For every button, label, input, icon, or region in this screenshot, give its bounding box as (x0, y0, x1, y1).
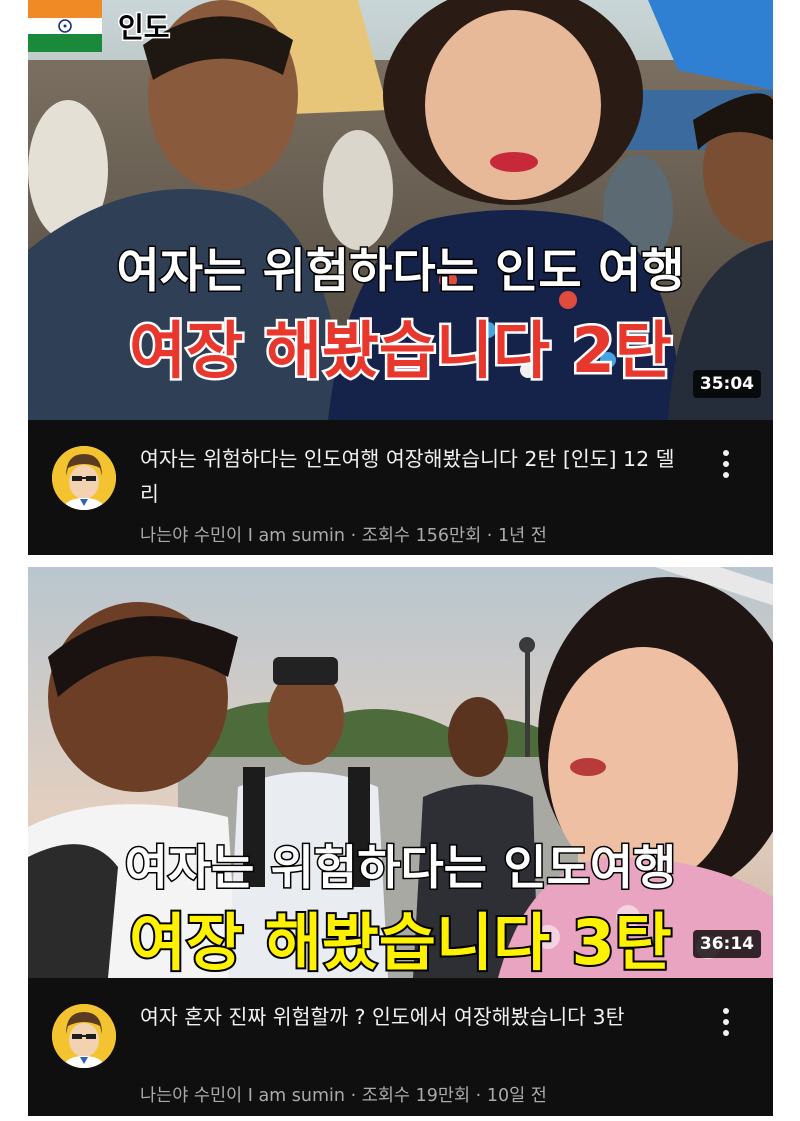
channel-avatar[interactable] (52, 446, 116, 510)
channel-avatar[interactable] (52, 1004, 116, 1068)
channel-name[interactable]: 나는야 수민이 I am sumin (140, 1086, 345, 1106)
thumbnail-caption-line1: 여자는 위험하다는 인도여행 (123, 840, 678, 898)
meta-separator: · (350, 526, 357, 546)
thumbnail-caption-line1: 여자는 위험하다는 인도 여행 (115, 243, 686, 301)
video-info: 여자는 위험하다는 인도여행 여장해봤습니다 2탄 [인도] 12 델리 나는야… (28, 420, 773, 555)
more-vert-icon[interactable] (719, 1008, 733, 1042)
india-flag-icon (28, 0, 102, 52)
meta-separator: · (350, 1086, 357, 1106)
channel-name[interactable]: 나는야 수민이 I am sumin (140, 526, 345, 546)
avatar-cartoon-icon (52, 1004, 116, 1068)
video-card[interactable]: 인도 여자는 위험하다는 인도 여행 여장 해봤습니다 2탄 35:04 여자는… (28, 0, 773, 555)
thumbnail-caption-line2: 여장 해봤습니다 3탄 (127, 904, 674, 978)
duration-badge: 36:14 (692, 930, 761, 958)
video-thumbnail[interactable]: 인도 여자는 위험하다는 인도 여행 여장 해봤습니다 2탄 35:04 (28, 0, 773, 420)
video-title[interactable]: 여자는 위험하다는 인도여행 여장해봤습니다 2탄 [인도] 12 델리 (140, 442, 680, 512)
meta-separator: · (486, 526, 493, 546)
thumbnail-caption-line2: 여장 해봤습니다 2탄 (127, 312, 675, 390)
upload-age: 1년 전 (497, 526, 547, 546)
upload-age: 10일 전 (486, 1086, 547, 1106)
video-thumbnail[interactable]: 여자는 위험하다는 인도여행 여장 해봤습니다 3탄 36:14 (28, 567, 773, 978)
more-vert-icon[interactable] (719, 450, 733, 484)
video-info: 여자 혼자 진짜 위험할까 ? 인도에서 여장해봤습니다 3탄 나는야 수민이 … (28, 978, 773, 1116)
video-meta: 나는야 수민이 I am sumin · 조회수 19만회 · 10일 전 (140, 1082, 547, 1107)
view-count: 조회수 19만회 (361, 1086, 471, 1106)
country-badge: 인도 (117, 10, 172, 46)
view-count: 조회수 156만회 (361, 526, 482, 546)
meta-separator: · (475, 1086, 482, 1106)
video-title[interactable]: 여자 혼자 진짜 위험할까 ? 인도에서 여장해봤습니다 3탄 (140, 1000, 680, 1035)
video-meta: 나는야 수민이 I am sumin · 조회수 156만회 · 1년 전 (140, 522, 547, 547)
video-card[interactable]: 여자는 위험하다는 인도여행 여장 해봤습니다 3탄 36:14 여자 혼자 진… (28, 567, 773, 1116)
avatar-cartoon-icon (52, 446, 116, 510)
duration-badge: 35:04 (692, 370, 761, 398)
